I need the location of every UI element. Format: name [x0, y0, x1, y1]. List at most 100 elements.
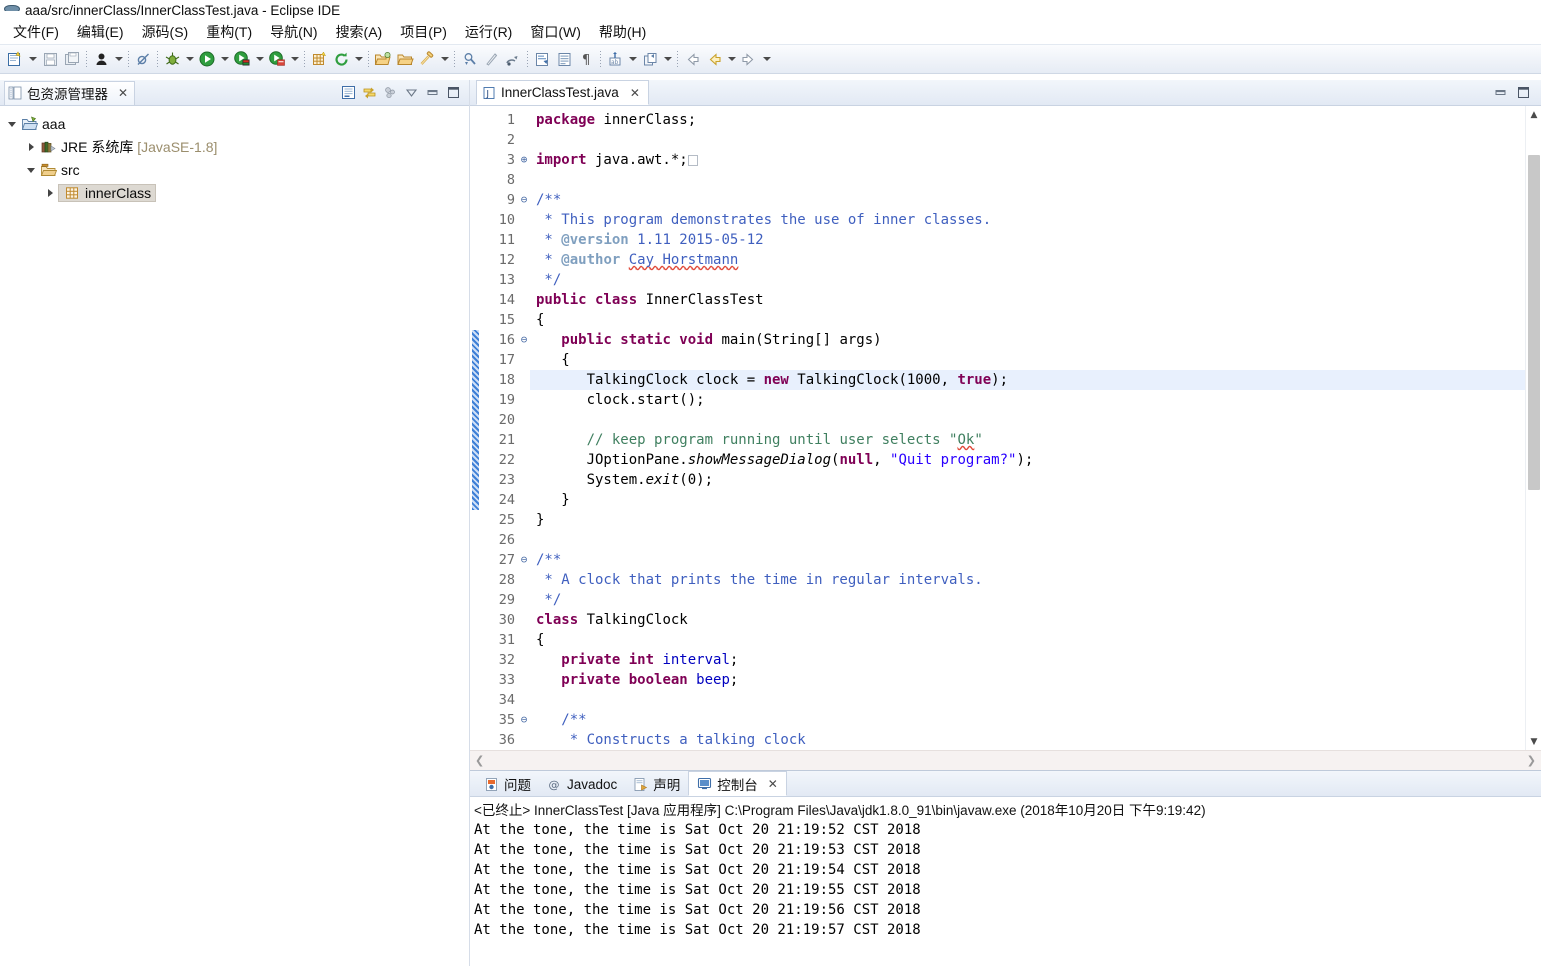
code-line[interactable]: }	[530, 510, 1525, 530]
code-line[interactable]	[530, 690, 1525, 710]
code-line[interactable]: class TalkingClock	[530, 610, 1525, 630]
close-icon[interactable]: ✕	[118, 86, 128, 100]
minimize-icon[interactable]	[1491, 83, 1510, 102]
person-icon[interactable]	[90, 47, 112, 71]
vertical-scroll-thumb[interactable]	[1528, 155, 1540, 491]
code-line[interactable]: System.exit(0);	[530, 470, 1525, 490]
package-explorer-tree[interactable]: aaa JRE 系统库 [JavaSE-1.8] src innerClass	[0, 106, 469, 966]
refresh-icon[interactable]	[330, 47, 352, 71]
menu-search[interactable]: 搜索(A)	[327, 20, 392, 44]
scroll-left-arrow[interactable]: ❮	[475, 754, 484, 767]
code-line[interactable]: import java.awt.*;	[530, 150, 1525, 170]
run-dropdown[interactable]	[218, 47, 231, 71]
save-all-icon[interactable]	[61, 47, 83, 71]
back-dropdown[interactable]	[725, 47, 738, 71]
chevron-right-icon[interactable]	[23, 139, 39, 155]
tree-item-src[interactable]: src	[0, 158, 469, 181]
scroll-right-arrow[interactable]: ❯	[1527, 754, 1536, 767]
tab-innerclasstest-java[interactable]: J InnerClassTest.java ✕	[476, 80, 649, 105]
tree-item-content[interactable]: innerClass	[58, 183, 157, 202]
link-icon[interactable]: ab	[604, 47, 626, 71]
restore-dropdown[interactable]	[661, 47, 674, 71]
minimize-icon[interactable]	[423, 83, 442, 102]
code-line[interactable]: * @author Cay Horstmann	[530, 250, 1525, 270]
code-line[interactable]: */	[530, 270, 1525, 290]
scroll-up-arrow[interactable]: ▲	[1526, 106, 1541, 123]
open-task-icon[interactable]	[394, 47, 416, 71]
tree-item-jre-系统库[interactable]: JRE 系统库 [JavaSE-1.8]	[0, 135, 469, 158]
restore-icon[interactable]	[639, 47, 661, 71]
code-line[interactable]	[530, 410, 1525, 430]
toggle-mark-occurrences-icon[interactable]	[531, 47, 553, 71]
code-line[interactable]	[530, 530, 1525, 550]
forward-dropdown[interactable]	[760, 47, 773, 71]
link-dropdown[interactable]	[626, 47, 639, 71]
code-line[interactable]: clock.start();	[530, 390, 1525, 410]
fold-toggle-icon[interactable]: ⊖	[518, 710, 530, 730]
new-wizard-dropdown[interactable]	[26, 47, 39, 71]
code-line[interactable]: {	[530, 310, 1525, 330]
editor-horizontal-scrollbar[interactable]: ❮ ❯	[470, 750, 1541, 770]
code-line[interactable]: /**	[530, 190, 1525, 210]
code-line[interactable]: * @version 1.11 2015-05-12	[530, 230, 1525, 250]
editor-vertical-scrollbar[interactable]: ▲ ▼	[1525, 106, 1541, 750]
next-annotation-icon[interactable]	[458, 47, 480, 71]
chevron-down-icon[interactable]	[4, 116, 20, 132]
scroll-down-arrow[interactable]: ▼	[1526, 733, 1541, 750]
fold-toggle-icon[interactable]: ⊖	[518, 550, 530, 570]
tree-item-aaa[interactable]: aaa	[0, 112, 469, 135]
console-output[interactable]: At the tone, the time is Sat Oct 20 21:1…	[470, 820, 1541, 966]
refresh-dropdown[interactable]	[352, 47, 365, 71]
view-menu-icon[interactable]	[402, 83, 421, 102]
link-with-editor-icon[interactable]	[360, 83, 379, 102]
code-line[interactable]: private boolean beep;	[530, 670, 1525, 690]
last-edit-icon[interactable]	[502, 47, 524, 71]
menu-project[interactable]: 项目(P)	[391, 20, 456, 44]
chevron-right-icon[interactable]	[42, 185, 58, 201]
search-dropdown[interactable]	[438, 47, 451, 71]
run-last-tool-icon[interactable]	[266, 47, 288, 71]
run-last-tool-dropdown[interactable]	[288, 47, 301, 71]
source-text[interactable]: package innerClass; import java.awt.*; /…	[530, 106, 1525, 750]
new-wizard-icon[interactable]	[4, 47, 26, 71]
run-icon[interactable]	[196, 47, 218, 71]
run-external-tools-icon[interactable]	[231, 47, 253, 71]
menu-source[interactable]: 源码(S)	[133, 20, 198, 44]
maximize-icon[interactable]	[1514, 83, 1533, 102]
code-line[interactable]: public class InnerClassTest	[530, 290, 1525, 310]
code-line[interactable]	[530, 130, 1525, 150]
skip-breakpoints-icon[interactable]	[132, 47, 154, 71]
code-line[interactable]: TalkingClock clock = new TalkingClock(10…	[530, 370, 1525, 390]
close-icon[interactable]: ✕	[768, 777, 778, 791]
menu-run[interactable]: 运行(R)	[456, 20, 521, 44]
tab-declaration[interactable]: 声明	[625, 772, 688, 796]
menu-navigate[interactable]: 导航(N)	[261, 20, 326, 44]
tab-console[interactable]: 控制台 ✕	[688, 771, 787, 796]
tree-item-content[interactable]: JRE 系统库 [JavaSE-1.8]	[39, 137, 217, 157]
fold-toggle-icon[interactable]: ⊖	[518, 190, 530, 210]
code-line[interactable]	[530, 170, 1525, 190]
close-icon[interactable]: ✕	[630, 86, 640, 100]
new-package-icon[interactable]	[308, 47, 330, 71]
code-line[interactable]: public static void main(String[] args)	[530, 330, 1525, 350]
search-icon[interactable]	[416, 47, 438, 71]
tab-problems[interactable]: 问题	[476, 772, 539, 796]
fold-toggle-icon[interactable]: ⊖	[518, 330, 530, 350]
tree-item-content[interactable]: aaa	[20, 116, 65, 132]
code-line[interactable]: {	[530, 630, 1525, 650]
code-line[interactable]: * A clock that prints the time in regula…	[530, 570, 1525, 590]
show-whitespace-icon[interactable]	[553, 47, 575, 71]
back-icon[interactable]	[681, 47, 703, 71]
maximize-icon[interactable]	[444, 83, 463, 102]
open-type-icon[interactable]	[372, 47, 394, 71]
collapse-all-icon[interactable]	[339, 83, 358, 102]
code-line[interactable]: /**	[530, 550, 1525, 570]
run-external-tools-dropdown[interactable]	[253, 47, 266, 71]
previous-annotation-icon[interactable]	[480, 47, 502, 71]
menu-edit[interactable]: 编辑(E)	[68, 20, 133, 44]
code-line[interactable]: JOptionPane.showMessageDialog(null, "Qui…	[530, 450, 1525, 470]
code-line[interactable]: * Constructs a talking clock	[530, 730, 1525, 750]
menu-window[interactable]: 窗口(W)	[521, 20, 590, 44]
forward-icon[interactable]	[738, 47, 760, 71]
code-line[interactable]: }	[530, 490, 1525, 510]
